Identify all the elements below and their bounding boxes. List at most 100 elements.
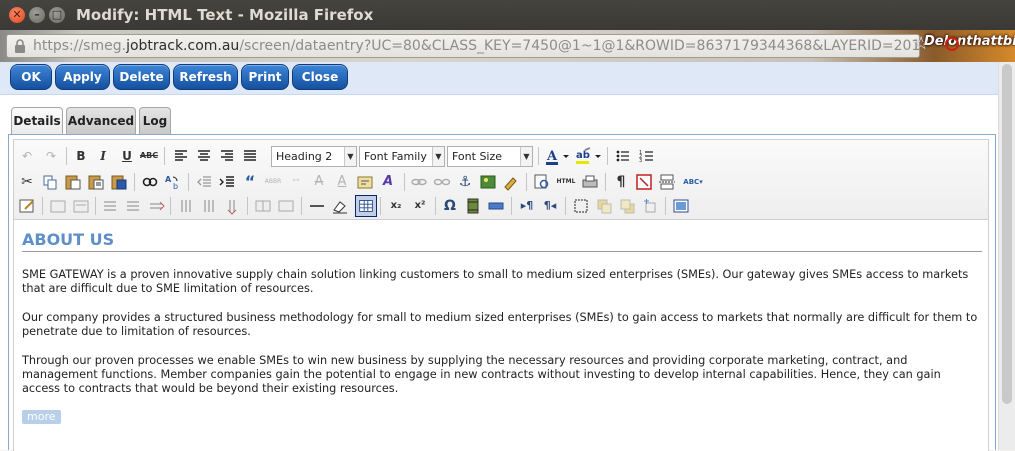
subscript-icon[interactable]: x₂ — [386, 196, 406, 216]
delete-row-icon[interactable] — [146, 196, 166, 216]
outdent-icon[interactable] — [194, 172, 214, 192]
media-icon[interactable] — [463, 196, 483, 216]
ltr-icon[interactable]: ▸¶ — [517, 196, 537, 216]
strikethrough-icon[interactable]: ABC — [139, 146, 159, 166]
unlink-icon[interactable] — [432, 172, 452, 192]
cleanup-icon[interactable] — [501, 172, 521, 192]
del-icon[interactable]: A — [309, 172, 329, 192]
preview-icon[interactable] — [532, 172, 552, 192]
row-before-icon[interactable] — [100, 196, 120, 216]
align-right-icon[interactable] — [217, 146, 237, 166]
tab-log[interactable]: Log — [139, 107, 171, 134]
close-button[interactable]: Close — [292, 64, 348, 90]
delete-button[interactable]: Delete — [113, 64, 170, 90]
align-justify-icon[interactable] — [240, 146, 260, 166]
numbered-list-icon[interactable]: 123 — [637, 146, 657, 166]
cut-icon[interactable]: ✂ — [17, 172, 37, 192]
align-left-icon[interactable] — [171, 146, 191, 166]
copy-icon[interactable] — [40, 172, 60, 192]
toolbar-separator — [301, 197, 302, 215]
col-before-icon[interactable] — [176, 196, 196, 216]
tab-details[interactable]: Details — [11, 107, 63, 135]
move-forward-icon[interactable] — [594, 196, 614, 216]
more-link[interactable]: more — [22, 410, 61, 424]
toolbar-separator — [511, 197, 512, 215]
ins-icon[interactable]: A — [332, 172, 352, 192]
split-cells-icon[interactable] — [253, 196, 273, 216]
layer-insert-icon[interactable] — [48, 196, 68, 216]
print-icon[interactable] — [580, 172, 600, 192]
layer-props-icon[interactable] — [71, 196, 91, 216]
attributes-icon[interactable] — [355, 172, 375, 192]
window-close-button[interactable]: ✕ — [9, 7, 25, 23]
redo-icon[interactable]: ↷ — [41, 146, 61, 166]
refresh-button[interactable]: Refresh — [173, 64, 238, 90]
page-scrollbar[interactable] — [998, 62, 1015, 450]
paragraph: Through our proven processes we enable S… — [22, 354, 941, 395]
text-color-icon[interactable]: A — [543, 146, 571, 166]
horizontal-rule-icon[interactable] — [307, 196, 327, 216]
apply-button[interactable]: Apply — [55, 64, 110, 90]
tab-advanced[interactable]: Advanced — [66, 107, 136, 134]
insert-layer-icon[interactable] — [640, 196, 660, 216]
url-domain: jobtrack.com.au — [126, 38, 240, 54]
ok-button[interactable]: OK — [10, 64, 52, 90]
spellcheck-icon[interactable]: ABC▾ — [680, 172, 706, 192]
anchor-icon[interactable]: ⚓ — [455, 172, 475, 192]
quote-q-icon[interactable]: “” — [286, 172, 306, 192]
window-maximize-button[interactable]: □ — [49, 7, 65, 23]
table-icon[interactable] — [355, 195, 377, 217]
toolbar-separator — [404, 173, 405, 191]
font-size-select[interactable]: Font Size ▼ — [447, 146, 533, 167]
format-select[interactable]: Heading 2 ▼ — [271, 146, 357, 167]
remove-format-icon[interactable] — [330, 196, 350, 216]
merge-cells-icon[interactable] — [276, 196, 296, 216]
replace-icon[interactable]: Ab — [163, 172, 183, 192]
scrollbar-thumb[interactable] — [1002, 64, 1012, 404]
title-bar: ✕ – □ Modify: HTML Text - Mozilla Firefo… — [0, 0, 1015, 30]
absolute-position-icon[interactable] — [571, 196, 591, 216]
svg-text:A: A — [165, 175, 172, 184]
underline-icon[interactable]: U — [117, 146, 137, 166]
address-field[interactable]: https://smeg.jobtrack.com.au/screen/data… — [6, 34, 920, 58]
html-icon[interactable]: HTML — [554, 172, 578, 192]
toolbar-separator — [164, 147, 165, 165]
align-center-icon[interactable] — [194, 146, 214, 166]
addon-icon[interactable] — [945, 37, 959, 51]
italic-icon[interactable]: I — [93, 146, 113, 166]
highlight-color-icon[interactable]: ab — [573, 146, 603, 166]
url-prefix: https://smeg. — [33, 38, 127, 54]
editor-content[interactable]: ABOUT US SME GATEWAY is a proven innovat… — [22, 222, 982, 424]
col-after-icon[interactable] — [199, 196, 219, 216]
pilcrow-icon[interactable]: ¶ — [611, 172, 631, 192]
edit-form-icon[interactable] — [17, 196, 37, 216]
print-button[interactable]: Print — [241, 64, 289, 90]
input-field-icon[interactable] — [486, 196, 506, 216]
link-icon[interactable] — [409, 172, 429, 192]
special-char-icon[interactable]: Ω — [440, 196, 460, 216]
indent-icon[interactable] — [217, 172, 237, 192]
blockquote-icon[interactable]: “ — [240, 172, 260, 192]
paste-icon[interactable] — [63, 172, 83, 192]
find-icon[interactable] — [140, 172, 160, 192]
fullscreen-icon[interactable] — [671, 196, 691, 216]
rtl-icon[interactable]: ¶◂ — [540, 196, 560, 216]
undo-icon[interactable]: ↶ — [17, 146, 37, 166]
visual-aid-icon[interactable] — [634, 172, 654, 192]
rich-text-editor: ↶ ↷ B I U ABC Heading 2 ▼ Font Family ▼ Fo… — [13, 139, 989, 451]
page-break-icon[interactable] — [657, 172, 677, 192]
window-minimize-button[interactable]: – — [29, 7, 45, 23]
bullet-list-icon[interactable] — [613, 146, 633, 166]
font-family-select[interactable]: Font Family ▼ — [359, 146, 445, 167]
paste-text-icon[interactable] — [86, 172, 106, 192]
toolbar-separator — [247, 197, 248, 215]
styles-icon[interactable]: A — [378, 172, 398, 192]
superscript-icon[interactable]: x² — [410, 196, 430, 216]
move-backward-icon[interactable] — [617, 196, 637, 216]
paste-word-icon[interactable] — [109, 172, 129, 192]
image-icon[interactable] — [478, 172, 498, 192]
row-after-icon[interactable] — [123, 196, 143, 216]
delete-col-icon[interactable] — [222, 196, 242, 216]
bold-icon[interactable]: B — [71, 146, 91, 166]
cite-icon[interactable]: ABBR — [263, 172, 283, 192]
